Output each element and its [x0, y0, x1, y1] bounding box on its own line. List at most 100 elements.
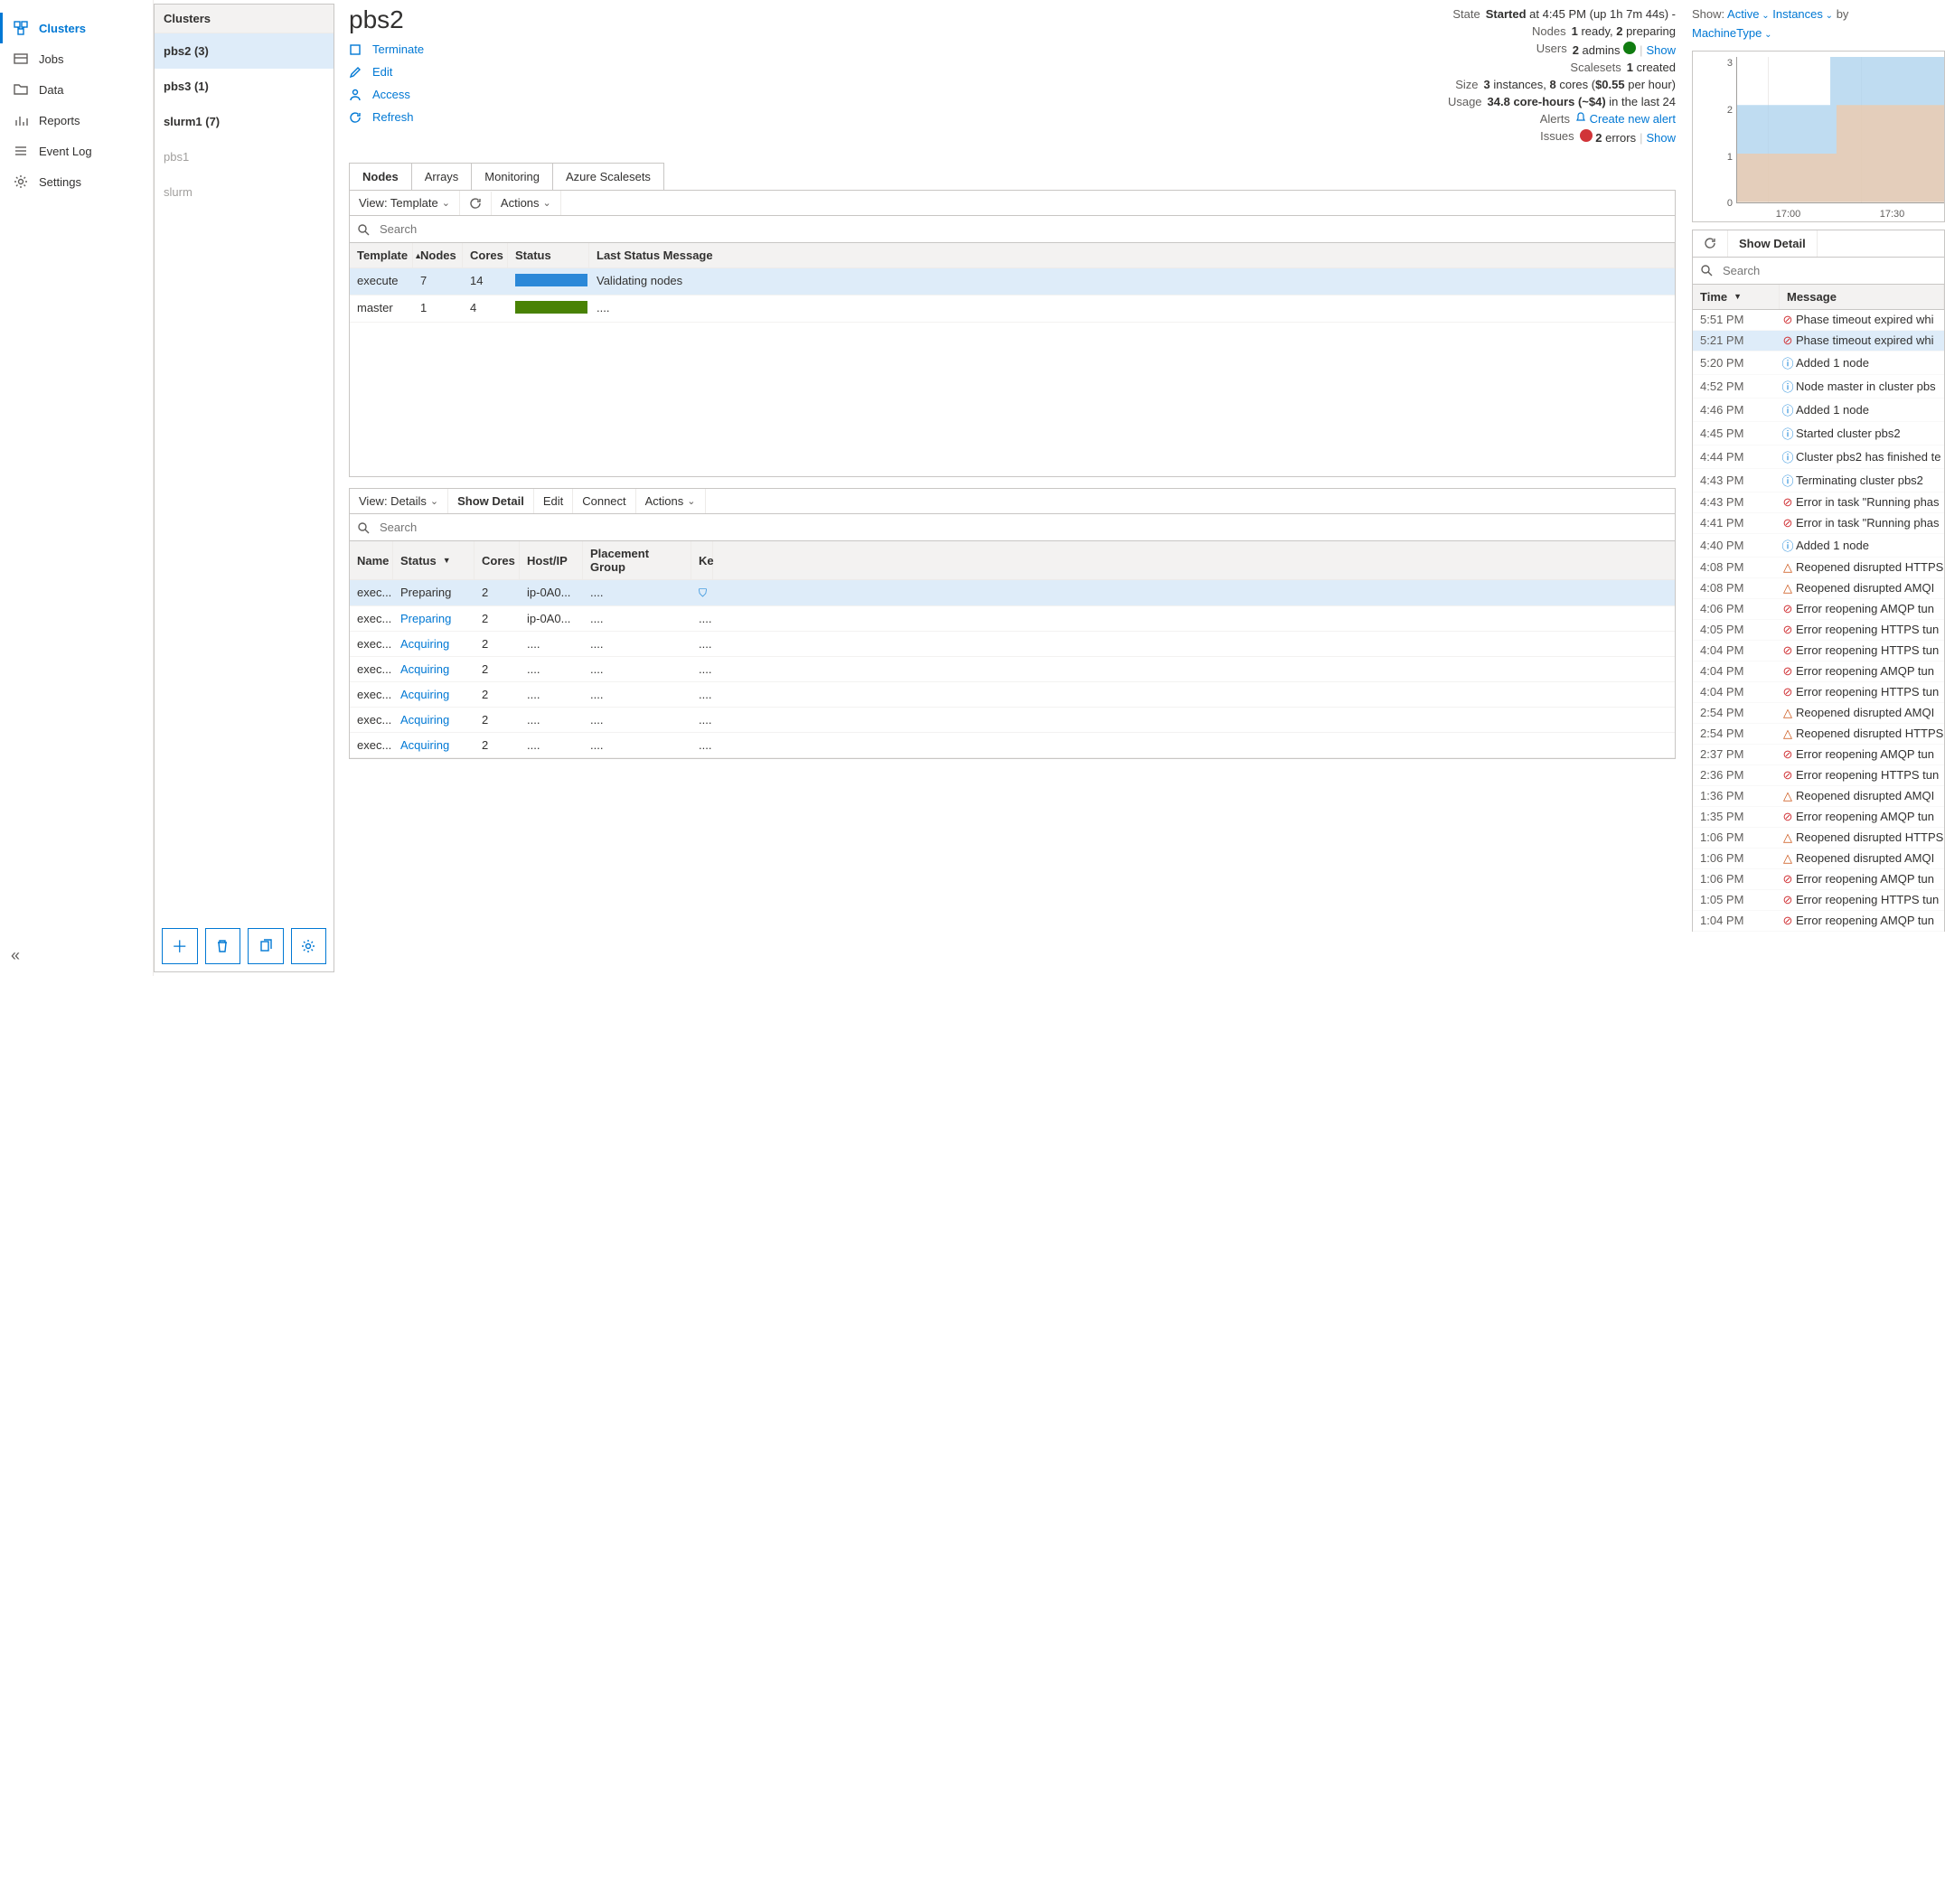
copy-cluster-button[interactable] [248, 928, 284, 964]
event-row[interactable]: 5:21 PM⊘Phase timeout expired whi [1693, 331, 1944, 352]
col-lsm[interactable]: Last Status Message [589, 243, 1675, 267]
error-icon: ⊘ [1780, 313, 1796, 327]
error-icon: ⊘ [1780, 872, 1796, 886]
settings-cluster-button[interactable] [291, 928, 327, 964]
event-row[interactable]: 4:46 PMⓘAdded 1 node [1693, 399, 1944, 422]
event-row[interactable]: 2:54 PM△Reopened disrupted HTTPS [1693, 724, 1944, 745]
table-row[interactable]: exec...Acquiring2............ [350, 708, 1675, 733]
cluster-item[interactable]: pbs2 (3) [155, 33, 334, 69]
refresh-template-button[interactable] [460, 192, 492, 215]
show-instances-dropdown[interactable]: Instances [1772, 7, 1833, 21]
actions-template-dropdown[interactable]: Actions [492, 191, 561, 215]
table-row[interactable]: exec...Acquiring2............ [350, 682, 1675, 708]
col-kp[interactable]: Ke [691, 541, 713, 579]
event-row[interactable]: 2:37 PM⊘Error reopening AMQP tun [1693, 745, 1944, 765]
cluster-item[interactable]: pbs3 (1) [155, 69, 334, 104]
event-row[interactable]: 4:04 PM⊘Error reopening HTTPS tun [1693, 641, 1944, 661]
nav-clusters[interactable]: Clusters [0, 13, 153, 43]
col-host[interactable]: Host/IP [520, 541, 583, 579]
table-row[interactable]: master14.... [350, 295, 1675, 323]
table-row[interactable]: exec...Acquiring2............ [350, 733, 1675, 758]
col-ev-time[interactable]: Time [1693, 285, 1780, 309]
col-name[interactable]: Name [350, 541, 393, 579]
event-row[interactable]: 2:36 PM⊘Error reopening HTTPS tun [1693, 765, 1944, 786]
event-row[interactable]: 1:05 PM⊘Error reopening HTTPS tun [1693, 890, 1944, 911]
nav-eventlog[interactable]: Event Log [0, 136, 153, 166]
collapse-nav-button[interactable]: « [0, 935, 153, 976]
show-machinetype-dropdown[interactable]: MachineType [1692, 26, 1772, 40]
show-filter-line: Show: Active Instances by MachineType [1692, 5, 1945, 43]
detail-actions-dropdown[interactable]: Actions [636, 489, 706, 513]
col-cores[interactable]: Cores [463, 243, 508, 267]
detail-search-input[interactable] [377, 518, 1668, 537]
table-row[interactable]: exec...Preparing2ip-0A0.......⛉ [350, 580, 1675, 606]
event-row[interactable]: 4:08 PM△Reopened disrupted AMQI [1693, 578, 1944, 599]
show-detail-button[interactable]: Show Detail [448, 489, 534, 513]
col-detail-status[interactable]: Status [393, 541, 475, 579]
detail-edit-button[interactable]: Edit [534, 489, 573, 513]
col-ev-msg[interactable]: Message [1780, 285, 1944, 309]
refresh-button[interactable]: Refresh [349, 106, 424, 128]
event-row[interactable]: 4:45 PMⓘStarted cluster pbs2 [1693, 422, 1944, 446]
terminate-button[interactable]: Terminate [349, 38, 424, 61]
event-row[interactable]: 4:43 PM⊘Error in task "Running phas [1693, 492, 1944, 513]
template-search-input[interactable] [377, 220, 1668, 239]
view-template-dropdown[interactable]: View: Template [350, 191, 460, 215]
cluster-item[interactable]: slurm1 (7) [155, 104, 334, 139]
create-alert-link[interactable]: Create new alert [1590, 112, 1676, 126]
detail-connect-button[interactable]: Connect [573, 489, 635, 513]
event-row[interactable]: 4:04 PM⊘Error reopening AMQP tun [1693, 661, 1944, 682]
nav-settings[interactable]: Settings [0, 166, 153, 197]
cluster-item[interactable]: pbs1 [155, 139, 334, 174]
event-row[interactable]: 1:35 PM⊘Error reopening AMQP tun [1693, 807, 1944, 828]
table-row[interactable]: exec...Acquiring2............ [350, 632, 1675, 657]
event-row[interactable]: 1:06 PM△Reopened disrupted AMQI [1693, 849, 1944, 869]
event-row[interactable]: 4:08 PM△Reopened disrupted HTTPS [1693, 558, 1944, 578]
delete-cluster-button[interactable] [205, 928, 241, 964]
event-row[interactable]: 4:04 PM⊘Error reopening HTTPS tun [1693, 682, 1944, 703]
events-refresh-button[interactable] [1693, 230, 1728, 257]
event-row[interactable]: 4:44 PMⓘCluster pbs2 has finished te [1693, 446, 1944, 469]
event-row[interactable]: 1:36 PM△Reopened disrupted AMQI [1693, 786, 1944, 807]
event-row[interactable]: 5:20 PMⓘAdded 1 node [1693, 352, 1944, 375]
table-row[interactable]: exec...Preparing2ip-0A0........... [350, 606, 1675, 632]
nav-label: Data [39, 83, 63, 97]
nav-reports[interactable]: Reports [0, 105, 153, 136]
nav-label: Jobs [39, 52, 63, 66]
edit-button[interactable]: Edit [349, 61, 424, 83]
tab-monitoring[interactable]: Monitoring [471, 163, 553, 190]
cluster-item[interactable]: slurm [155, 174, 334, 210]
events-search-input[interactable] [1720, 261, 1937, 280]
tab-scalesets[interactable]: Azure Scalesets [552, 163, 664, 190]
show-active-dropdown[interactable]: Active [1727, 7, 1770, 21]
table-row[interactable]: execute714Validating nodes [350, 268, 1675, 295]
events-show-detail-button[interactable]: Show Detail [1728, 230, 1818, 257]
issues-show-link[interactable]: Show [1646, 131, 1676, 145]
nav-data[interactable]: Data [0, 74, 153, 105]
event-row[interactable]: 1:06 PM⊘Error reopening AMQP tun [1693, 869, 1944, 890]
event-row[interactable]: 2:54 PM△Reopened disrupted AMQI [1693, 703, 1944, 724]
access-button[interactable]: Access [349, 83, 424, 106]
add-cluster-button[interactable]: ＋ [162, 928, 198, 964]
col-pg[interactable]: Placement Group [583, 541, 691, 579]
col-detail-cores[interactable]: Cores [475, 541, 520, 579]
col-template[interactable]: Template [350, 243, 413, 267]
event-row[interactable]: 5:51 PM⊘Phase timeout expired whi [1693, 310, 1944, 331]
event-row[interactable]: 4:05 PM⊘Error reopening HTTPS tun [1693, 620, 1944, 641]
main: pbs2 Terminate Edit Access [334, 0, 1945, 976]
col-status[interactable]: Status [508, 243, 589, 267]
event-row[interactable]: 1:06 PM△Reopened disrupted HTTPS [1693, 828, 1944, 849]
event-row[interactable]: 4:06 PM⊘Error reopening AMQP tun [1693, 599, 1944, 620]
table-row[interactable]: exec...Acquiring2............ [350, 657, 1675, 682]
event-row[interactable]: 4:41 PM⊘Error in task "Running phas [1693, 513, 1944, 534]
nav-jobs[interactable]: Jobs [0, 43, 153, 74]
event-row[interactable]: 1:04 PM⊘Error reopening AMQP tun [1693, 911, 1944, 932]
event-row[interactable]: 4:43 PMⓘTerminating cluster pbs2 [1693, 469, 1944, 492]
view-details-dropdown[interactable]: View: Details [350, 489, 448, 513]
event-row[interactable]: 4:52 PMⓘNode master in cluster pbs [1693, 375, 1944, 399]
tab-nodes[interactable]: Nodes [349, 163, 412, 190]
col-nodes[interactable]: Nodes [413, 243, 463, 267]
users-show-link[interactable]: Show [1646, 43, 1676, 57]
event-row[interactable]: 4:40 PMⓘAdded 1 node [1693, 534, 1944, 558]
tab-arrays[interactable]: Arrays [411, 163, 473, 190]
